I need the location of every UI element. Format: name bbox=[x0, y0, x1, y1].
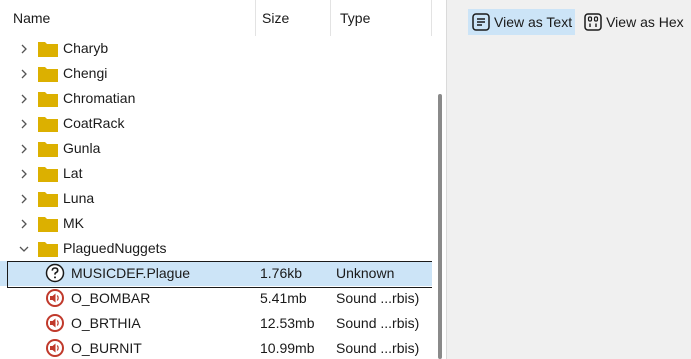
file-size: 5.41mb bbox=[260, 290, 307, 306]
folder-icon bbox=[38, 67, 58, 82]
file-type: Sound ...rbis) bbox=[336, 315, 420, 331]
folder-icon bbox=[38, 42, 58, 57]
chevron-right-icon[interactable] bbox=[18, 43, 30, 55]
column-header-name-label: Name bbox=[13, 10, 51, 26]
tree-folder-row[interactable]: MK bbox=[0, 211, 432, 236]
chevron-right-icon[interactable] bbox=[18, 68, 30, 80]
file-name: O_BURNIT bbox=[71, 340, 142, 356]
file-size: 1.76kb bbox=[260, 265, 303, 281]
view-as-hex-button[interactable]: View as Hex bbox=[580, 9, 687, 35]
tree-folder-row[interactable]: CoatRack bbox=[0, 111, 432, 136]
folder-label: Gunla bbox=[63, 140, 101, 156]
sound-file-icon bbox=[46, 289, 64, 307]
tree-rows: Charyb Chengi Chromatian CoatRack Gunla … bbox=[0, 36, 433, 359]
folder-label: PlaguedNuggets bbox=[63, 240, 167, 256]
hex-view-icon bbox=[584, 13, 602, 31]
tree-folder-row[interactable]: Charyb bbox=[0, 36, 432, 61]
column-header-name[interactable]: Name bbox=[0, 0, 256, 36]
preview-toolbar: View as Text View as Hex bbox=[468, 9, 687, 35]
chevron-right-icon[interactable] bbox=[18, 218, 30, 230]
file-tree-pane: Name Size Type Charyb Chengi Chromatian bbox=[0, 0, 446, 359]
scrollbar-thumb[interactable] bbox=[438, 94, 442, 359]
file-type: Unknown bbox=[336, 265, 395, 281]
chevron-down-icon[interactable] bbox=[18, 243, 30, 255]
tree-file-row[interactable]: O_BOMBAR 5.41mb Sound ...rbis) bbox=[0, 286, 432, 311]
tree-folder-row[interactable]: Gunla bbox=[0, 136, 432, 161]
text-document-icon bbox=[472, 13, 490, 31]
column-header-size-label: Size bbox=[262, 10, 290, 26]
tree-file-row[interactable]: O_BURNIT 10.99mb Sound ...rbis) bbox=[0, 336, 432, 359]
tree-folder-row[interactable]: Lat bbox=[0, 161, 432, 186]
file-size: 12.53mb bbox=[260, 315, 315, 331]
folder-label: Chromatian bbox=[63, 90, 136, 106]
tree-folder-row[interactable]: Luna bbox=[0, 186, 432, 211]
file-type: Sound ...rbis) bbox=[336, 340, 420, 356]
view-as-text-label: View as Text bbox=[494, 14, 573, 30]
chevron-right-icon[interactable] bbox=[18, 93, 30, 105]
column-header-type[interactable]: Type bbox=[331, 0, 432, 36]
tree-file-row[interactable]: O_BRTHIA 12.53mb Sound ...rbis) bbox=[0, 311, 432, 336]
sound-file-icon bbox=[46, 339, 64, 357]
folder-label: Lat bbox=[63, 165, 83, 181]
folder-icon bbox=[38, 142, 58, 157]
column-header-type-label: Type bbox=[340, 10, 371, 26]
file-name: O_BOMBAR bbox=[71, 290, 151, 306]
column-header-row: Name Size Type bbox=[0, 0, 432, 36]
file-type: Sound ...rbis) bbox=[336, 290, 420, 306]
vertical-scrollbar[interactable] bbox=[432, 0, 446, 359]
chevron-right-icon[interactable] bbox=[18, 143, 30, 155]
file-name: MUSICDEF.Plague bbox=[71, 265, 191, 281]
view-as-text-button[interactable]: View as Text bbox=[468, 9, 576, 35]
folder-label: Chengi bbox=[63, 65, 108, 81]
tree-folder-row[interactable]: Chromatian bbox=[0, 86, 432, 111]
chevron-right-icon[interactable] bbox=[18, 118, 30, 130]
folder-label: CoatRack bbox=[63, 115, 125, 131]
folder-icon bbox=[38, 167, 58, 182]
chevron-right-icon[interactable] bbox=[18, 168, 30, 180]
tree-file-row-selected[interactable]: MUSICDEF.Plague 1.76kb Unknown bbox=[0, 261, 433, 288]
view-as-hex-label: View as Hex bbox=[606, 14, 684, 30]
tree-folder-row-expanded[interactable]: PlaguedNuggets bbox=[0, 236, 432, 261]
folder-icon bbox=[38, 242, 58, 257]
folder-label: Luna bbox=[63, 190, 95, 206]
folder-label: Charyb bbox=[63, 40, 109, 56]
unknown-file-icon bbox=[45, 263, 65, 283]
tree-folder-row[interactable]: Chengi bbox=[0, 61, 432, 86]
file-name: O_BRTHIA bbox=[71, 315, 141, 331]
sound-file-icon bbox=[46, 314, 64, 332]
file-size: 10.99mb bbox=[260, 340, 315, 356]
pane-splitter[interactable] bbox=[446, 0, 447, 359]
folder-icon bbox=[38, 217, 58, 232]
column-header-size[interactable]: Size bbox=[256, 0, 331, 36]
chevron-right-icon[interactable] bbox=[18, 193, 30, 205]
folder-label: MK bbox=[63, 215, 84, 231]
folder-icon bbox=[38, 117, 58, 132]
folder-icon bbox=[38, 192, 58, 207]
folder-icon bbox=[38, 92, 58, 107]
